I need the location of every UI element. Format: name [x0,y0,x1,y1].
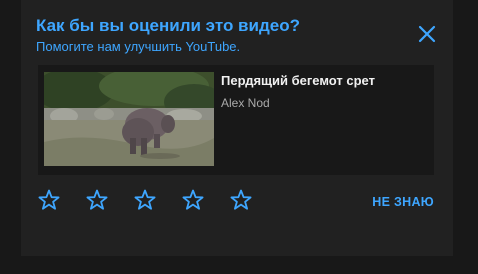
dialog-title: Как бы вы оценили это видео? [36,16,300,35]
dialog-subtitle: Помогите нам улучшить YouTube. [36,39,241,54]
star-3-button[interactable] [133,188,157,212]
star-5-button[interactable] [229,188,253,212]
dont-know-button[interactable]: НЕ ЗНАЮ [372,195,434,209]
star-2-button[interactable] [85,188,109,212]
star-1-button[interactable] [37,188,61,212]
close-button[interactable] [416,23,438,45]
video-card[interactable]: Пердящий бегемот срет Alex Nod [38,65,434,175]
star-outline-icon [38,189,60,210]
rating-dialog: Как бы вы оценили это видео? Помогите на… [21,0,453,256]
star-outline-icon [182,189,204,210]
close-icon [418,25,436,43]
star-outline-icon [230,189,252,210]
star-outline-icon [134,189,156,210]
star-4-button[interactable] [181,188,205,212]
video-thumbnail [44,72,214,166]
star-outline-icon [86,189,108,210]
video-title: Пердящий бегемот срет [221,73,375,88]
channel-name: Alex Nod [221,96,270,110]
